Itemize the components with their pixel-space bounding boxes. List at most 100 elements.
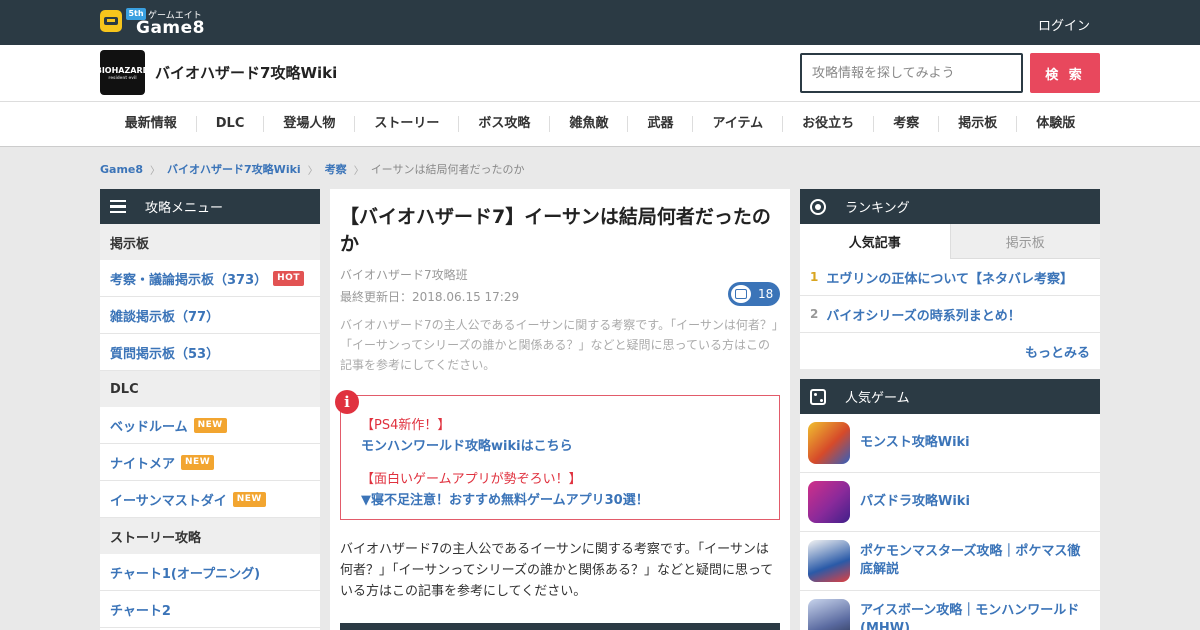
ranking-box: ランキング 人気記事 掲示板 1 エヴリンの正体について【ネタバレ考察】 2 バ… xyxy=(800,189,1100,369)
game8-logo[interactable]: 5th ゲームエイト Game8 xyxy=(100,8,205,38)
new-badge: NEW xyxy=(193,417,227,433)
game-item[interactable]: アイスボーン攻略｜モンハンワールド(MHW) xyxy=(800,591,1100,630)
ranking-header: ランキング xyxy=(800,189,1100,224)
top-bar: 5th ゲームエイト Game8 ログイン xyxy=(0,0,1200,45)
ranking-tabs: 人気記事 掲示板 xyxy=(800,224,1100,259)
wiki-header: BIOHAZARD resident evil バイオハザード7攻略Wiki 検… xyxy=(0,45,1200,102)
article: 【バイオハザード7】イーサンは結局何者だったのか バイオハザード7攻略班 最終更… xyxy=(330,189,790,630)
menu-item[interactable]: ナイトメア NEW xyxy=(100,444,320,481)
rank-number: 2 xyxy=(810,307,819,321)
section-heading-bar xyxy=(340,623,780,630)
notice-link[interactable]: モンハンワールド攻略wikiはこちら xyxy=(361,435,573,454)
game-name: ポケモンマスターズ攻略｜ポケマス徹底解説 xyxy=(860,544,1081,577)
popular-games-box: 人気ゲーム モンスト攻略Wiki パズドラ攻略Wiki ポケモンマスターズ攻略｜… xyxy=(800,379,1100,630)
hamburger-icon[interactable] xyxy=(100,189,135,224)
menu-category-dlc: DLC xyxy=(100,371,320,407)
breadcrumb-wiki[interactable]: バイオハザード7攻略Wiki xyxy=(167,161,301,177)
nav-item-story[interactable]: ストーリー xyxy=(355,116,460,132)
menu-item[interactable]: チャート2 xyxy=(100,591,320,628)
search-input[interactable] xyxy=(800,53,1023,93)
comment-count-button[interactable]: 18 xyxy=(728,282,780,306)
nav-item-items[interactable]: アイテム xyxy=(693,116,784,132)
search-button[interactable]: 検 索 xyxy=(1030,53,1100,93)
new-badge: NEW xyxy=(181,454,215,470)
nav-item-enemies[interactable]: 雑魚敵 xyxy=(550,116,629,132)
comment-count: 18 xyxy=(758,287,774,301)
breadcrumb-current: イーサンは結局何者だったのか xyxy=(370,163,525,176)
breadcrumb-home[interactable]: Game8 xyxy=(100,163,143,176)
nav-item-demo[interactable]: 体験版 xyxy=(1017,116,1094,132)
menu-item-label: イーサンマストダイ xyxy=(110,493,227,509)
game-icon-subtitle: resident evil xyxy=(108,74,137,80)
breadcrumb-category[interactable]: 考察 xyxy=(325,161,347,177)
menu-item[interactable]: 考察・議論掲示板（373） HOT xyxy=(100,260,320,297)
article-body: バイオハザード7の主人公であるイーサンに関する考察です。「イーサンは何者？」「イ… xyxy=(340,542,774,599)
game-name: アイスボーン攻略｜モンハンワールド(MHW) xyxy=(860,603,1080,630)
left-sidebar: 攻略メニュー 掲示板 考察・議論掲示板（373） HOT 雑談掲示板（77） 質… xyxy=(100,189,320,630)
tab-forum[interactable]: 掲示板 xyxy=(949,224,1100,259)
menu-item-label: ベッドルーム xyxy=(110,419,188,435)
game-item[interactable]: モンスト攻略Wiki xyxy=(800,414,1100,473)
wiki-title[interactable]: バイオハザード7攻略Wiki xyxy=(155,62,337,83)
menu-item-label: チャート1(オープニング) xyxy=(110,566,261,582)
pokemon-masters-icon xyxy=(808,540,850,582)
breadcrumb-separator: 〉 xyxy=(307,165,318,177)
menu-item-label: 質問掲示板（53） xyxy=(110,346,220,362)
game-item[interactable]: パズドラ攻略Wiki xyxy=(800,473,1100,532)
menu-category-story: ストーリー攻略 xyxy=(100,518,320,554)
see-more-link[interactable]: もっとみる xyxy=(1025,342,1090,361)
game-name: パズドラ攻略Wiki xyxy=(860,494,970,509)
breadcrumb-separator: 〉 xyxy=(353,165,364,177)
rank-title: バイオシリーズの時系列まとめ！ xyxy=(826,308,1021,324)
game-item[interactable]: ポケモンマスターズ攻略｜ポケマス徹底解説 xyxy=(800,532,1100,591)
menu-item[interactable]: ベッドルーム NEW xyxy=(100,407,320,444)
puzzle-dragons-icon xyxy=(808,481,850,523)
article-updated: 最終更新日：2018.06.15 17:29 xyxy=(340,290,520,304)
menu-item-label: 雑談掲示板（77） xyxy=(110,309,220,325)
nav-item-forum[interactable]: 掲示板 xyxy=(939,116,1018,132)
menu-item-label: ナイトメア xyxy=(110,456,176,472)
menu-item[interactable]: 雑談掲示板（77） xyxy=(100,297,320,334)
menu-item-label: チャート2 xyxy=(110,603,171,619)
nav-item-characters[interactable]: 登場人物 xyxy=(264,116,356,132)
notice-link[interactable]: ▼寝不足注意！おすすめ無料ゲームアプリ30選！ xyxy=(361,489,649,508)
game-name: モンスト攻略Wiki xyxy=(860,435,970,450)
nav-item-tips[interactable]: お役立ち xyxy=(783,116,875,132)
nav-item-latest[interactable]: 最新情報 xyxy=(106,116,197,132)
ranking-item[interactable]: 2 バイオシリーズの時系列まとめ！ xyxy=(800,296,1100,333)
nav-item-analysis[interactable]: 考察 xyxy=(874,116,940,132)
login-link[interactable]: ログイン xyxy=(1038,15,1090,34)
main-nav: 最新情報 DLC 登場人物 ストーリー ボス攻略 雑魚敵 武器 アイテム お役立… xyxy=(0,102,1200,147)
rank-number: 1 xyxy=(810,270,819,284)
dice-icon xyxy=(800,379,835,414)
ranking-title: ランキング xyxy=(845,201,910,216)
popular-games-header: 人気ゲーム xyxy=(800,379,1100,414)
mascot-icon xyxy=(100,10,122,32)
menu-item[interactable]: イーサンマストダイ NEW xyxy=(100,481,320,518)
article-title: 【バイオハザード7】イーサンは結局何者だったのか xyxy=(340,206,771,255)
nav-item-dlc[interactable]: DLC xyxy=(197,116,265,132)
monster-strike-icon xyxy=(808,422,850,464)
notice-heading: 【面白いゲームアプリが勢ぞろい！】 xyxy=(361,472,582,487)
popular-games-title: 人気ゲーム xyxy=(845,391,910,406)
menu-item-label: 考察・議論掲示板（373） xyxy=(110,272,268,288)
comment-icon xyxy=(731,285,751,303)
info-icon: i xyxy=(335,390,359,414)
game-icon[interactable]: BIOHAZARD resident evil xyxy=(100,50,145,95)
iceborne-icon xyxy=(808,599,850,630)
menu-header: 攻略メニュー xyxy=(100,189,320,224)
nav-item-bosses[interactable]: ボス攻略 xyxy=(459,116,551,132)
breadcrumb-separator: 〉 xyxy=(150,165,161,177)
menu-item[interactable]: 質問掲示板（53） xyxy=(100,334,320,371)
hot-badge: HOT xyxy=(273,270,304,286)
notice-box: i 【PS4新作！】 モンハンワールド攻略wikiはこちら 【面白いゲームアプリ… xyxy=(335,390,780,520)
medal-icon xyxy=(800,189,835,224)
rank-title: エヴリンの正体について【ネタバレ考察】 xyxy=(826,271,1073,287)
menu-title: 攻略メニュー xyxy=(145,201,224,216)
game-icon-title: BIOHAZARD xyxy=(100,65,145,75)
ranking-item[interactable]: 1 エヴリンの正体について【ネタバレ考察】 xyxy=(800,259,1100,296)
new-badge: NEW xyxy=(232,491,266,507)
menu-item[interactable]: チャート1(オープニング) xyxy=(100,554,320,591)
nav-item-weapons[interactable]: 武器 xyxy=(628,116,694,132)
tab-popular-articles[interactable]: 人気記事 xyxy=(800,224,950,259)
